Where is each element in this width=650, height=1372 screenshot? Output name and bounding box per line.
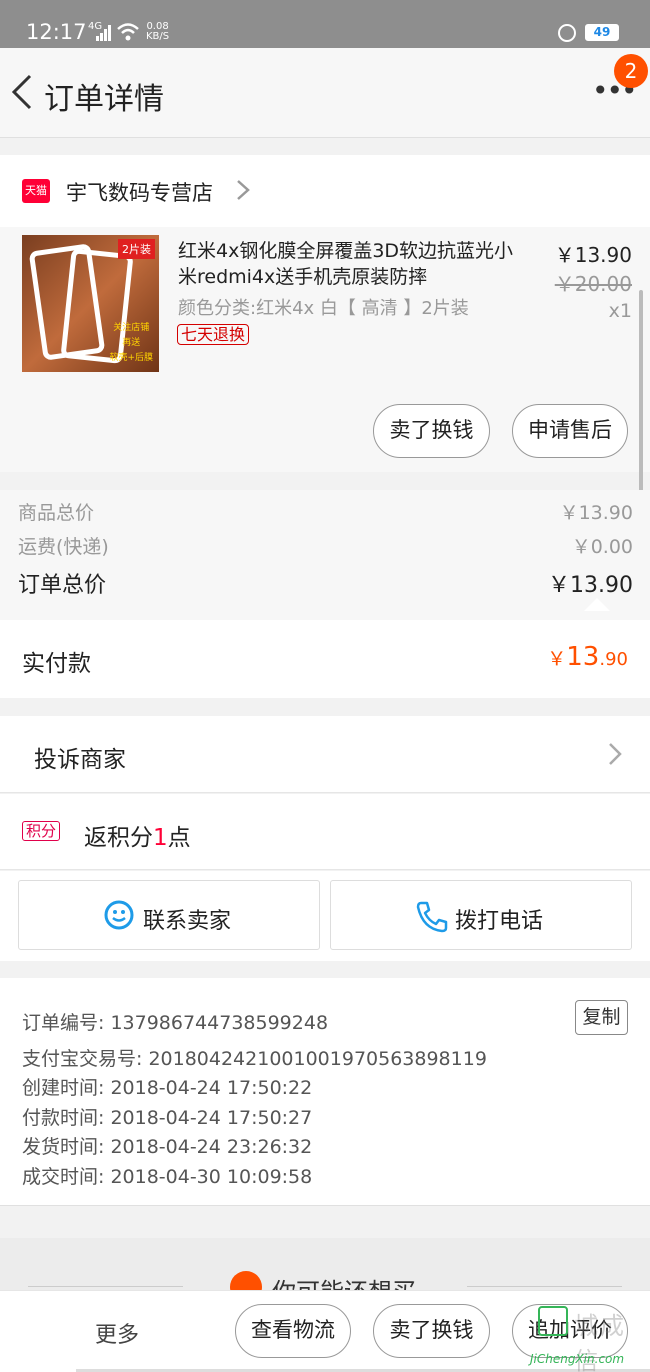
points-text: 返积分1点 — [84, 818, 191, 852]
status-time: 12:17 — [26, 20, 87, 44]
contact-buttons: 联系卖家 拨打电话 — [0, 871, 650, 961]
promo-line: 关注店铺 — [113, 323, 150, 333]
speed-unit: KB/S — [146, 31, 170, 42]
after-sale-button[interactable]: 申请售后 — [512, 404, 628, 458]
points-prefix: 返积分 — [84, 825, 153, 851]
wifi-icon — [117, 23, 139, 41]
product-title[interactable]: 红米4x钢化膜全屏覆盖3D软边抗蓝光小米redmi4x送手机壳原装防摔 — [178, 238, 514, 290]
product-image-promo: 关注店铺 再送 软壳+后膜 — [109, 321, 153, 366]
product-quantity: x1 — [608, 300, 632, 322]
phone-icon — [416, 901, 448, 933]
shipping-row: 运费(快递) ￥0.00 — [18, 532, 633, 559]
page-title: 订单详情 — [44, 82, 164, 117]
promo-line: 软壳+后膜 — [109, 353, 153, 363]
call-phone-label: 拨打电话 — [455, 909, 544, 934]
recommendation-title: 你可能还想买 — [272, 1272, 416, 1290]
points-suffix: 点 — [167, 825, 191, 851]
points-tag: 积分 — [22, 821, 61, 841]
more-button[interactable]: 更多 — [95, 1317, 139, 1349]
shop-name[interactable]: 宇飞数码专营店 — [66, 177, 213, 207]
shipping-label: 运费(快递) — [18, 536, 109, 558]
order-total-row: 订单总价 ￥13.90 — [18, 567, 633, 599]
amount-decimal: .90 — [599, 649, 628, 670]
completed-time: 成交时间: 2018-04-30 10:09:58 — [22, 1166, 313, 1188]
actual-payment-label: 实付款 — [22, 651, 91, 677]
points-row: 积分 返积分1点 — [0, 794, 650, 870]
product-item[interactable]: 2片装 关注店铺 再送 软壳+后膜 红米4x钢化膜全屏覆盖3D软边抗蓝光小米re… — [0, 227, 650, 472]
notification-badge: 2 — [614, 54, 648, 88]
product-thumbnail[interactable]: 2片装 关注店铺 再送 软壳+后膜 — [22, 235, 159, 372]
tmall-logo-icon: 天猫 — [22, 179, 50, 203]
seven-day-return-badge: 七天退换 — [177, 324, 250, 345]
sell-exchange-button[interactable]: 卖了换钱 — [373, 404, 490, 458]
lock-icon — [558, 24, 576, 42]
shipping-time: 发货时间: 2018-04-24 23:26:32 — [22, 1136, 313, 1158]
order-number: 订单编号: 1379867447385992​48 — [22, 1012, 329, 1034]
payment-time: 付款时间: 2018-04-24 17:50:27 — [22, 1107, 313, 1129]
price-summary: 商品总价 ￥13.90 运费(快递) ￥0.00 订单总价 ￥13.90 — [0, 490, 650, 620]
product-price: ￥13.90 — [554, 243, 632, 267]
sell-exchange-button[interactable]: 卖了换钱 — [373, 1304, 490, 1358]
battery-indicator: 49 — [585, 24, 619, 41]
status-bar: 12:17 4G 0.08 KB/S 49 — [0, 0, 650, 48]
points-count: 1 — [153, 825, 168, 851]
complain-seller-row[interactable]: 投诉商家 — [0, 716, 650, 793]
heart-icon — [230, 1271, 262, 1290]
goods-total-row: 商品总价 ￥13.90 — [18, 498, 633, 525]
product-original-price: ￥20.00 — [554, 272, 632, 296]
amount-integer: 13 — [566, 642, 600, 672]
created-time: 创建时间: 2018-04-24 17:50:22 — [22, 1077, 313, 1099]
alipay-trade-number: 支付宝交易号: 2018042421001001970563898119 — [22, 1048, 487, 1070]
goods-total-value: ￥13.90 — [559, 502, 633, 524]
actual-payment-amount: ￥13.90 — [547, 642, 628, 672]
order-total-value: ￥13.90 — [548, 573, 633, 598]
signal-icon — [96, 25, 111, 41]
divider — [28, 1286, 183, 1287]
network-speed: 0.08 KB/S — [146, 22, 169, 42]
chevron-right-icon — [609, 743, 622, 765]
recommendation-header: 你可能还想买 — [0, 1238, 650, 1290]
chat-bubble-icon — [104, 900, 134, 930]
watermark-logo-icon — [538, 1306, 568, 1336]
contact-seller-label: 联系卖家 — [143, 909, 232, 934]
chevron-right-icon — [237, 180, 250, 200]
view-logistics-button[interactable]: 查看物流 — [235, 1304, 351, 1358]
actual-payment-row: 实付款 ￥13.90 — [0, 620, 650, 698]
copy-button[interactable]: 复制 — [575, 1000, 628, 1035]
order-info: 订单编号: 1379867447385992​48 复制 支付宝交易号: 201… — [0, 978, 650, 1206]
contact-seller-button[interactable]: 联系卖家 — [18, 880, 320, 950]
nav-header: 订单详情 ••• 2 — [0, 48, 650, 138]
watermark: 城成信 JiChengXin.com — [530, 1300, 650, 1372]
call-phone-button[interactable]: 拨打电话 — [330, 880, 632, 950]
promo-line: 再送 — [122, 338, 141, 348]
product-sku: 颜色分类:红米4x 白【 高清 】2片装 — [178, 298, 469, 319]
product-image-tag: 2片装 — [118, 239, 155, 259]
complain-seller-label[interactable]: 投诉商家 — [34, 740, 126, 774]
shipping-value: ￥0.00 — [571, 536, 633, 558]
watermark-url: JiChengXin.com — [530, 1352, 625, 1366]
goods-total-label: 商品总价 — [18, 502, 95, 524]
divider — [467, 1286, 622, 1287]
pointer-arrow — [584, 598, 610, 611]
shop-row[interactable]: 天猫 宇飞数码专营店 — [0, 155, 650, 227]
order-total-label: 订单总价 — [18, 573, 107, 598]
currency-symbol: ￥ — [547, 648, 567, 670]
back-arrow-icon[interactable] — [10, 72, 34, 112]
